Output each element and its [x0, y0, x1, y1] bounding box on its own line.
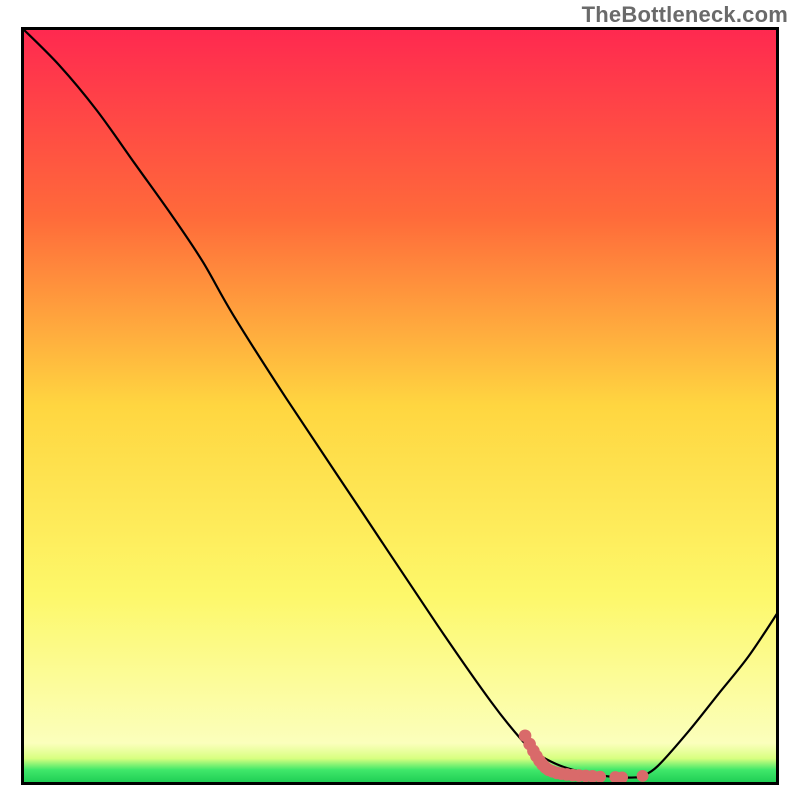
attribution-text: TheBottleneck.com	[582, 2, 788, 28]
data-marker	[637, 770, 649, 782]
chart-svg	[21, 27, 779, 785]
chart-background	[21, 27, 779, 785]
data-marker	[594, 771, 606, 783]
bottleneck-chart	[21, 27, 779, 785]
data-marker	[616, 772, 628, 784]
